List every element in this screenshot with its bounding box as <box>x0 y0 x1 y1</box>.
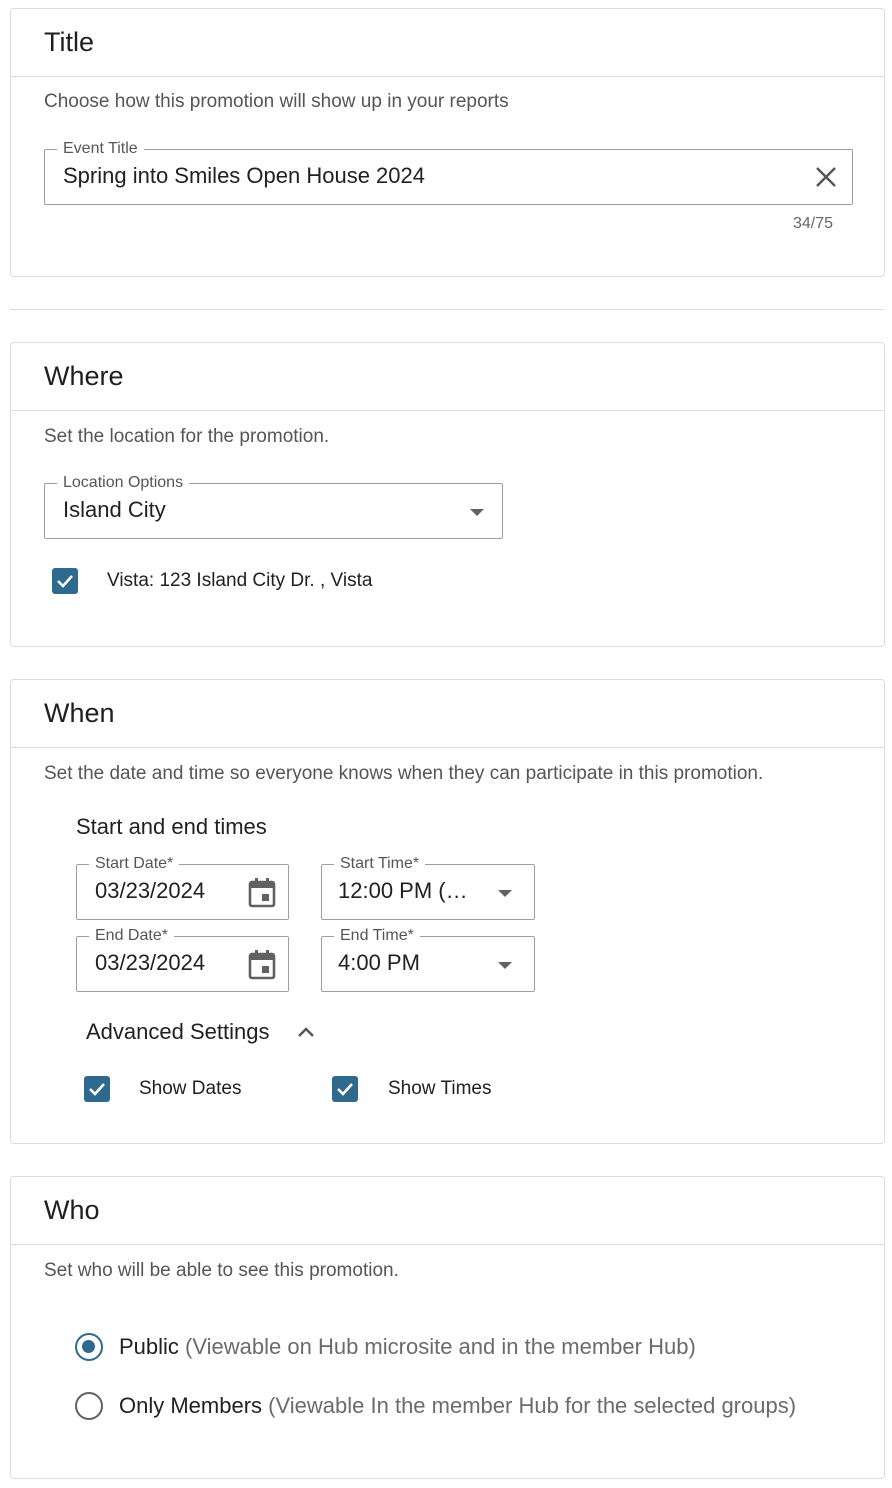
advanced-settings-label: Advanced Settings <box>86 1019 270 1044</box>
start-date-label: Start Date* <box>89 854 180 874</box>
public-option-label[interactable]: Public (Viewable on Hub microsite and in… <box>119 1334 696 1360</box>
end-date-input[interactable]: 03/23/2024 <box>95 950 205 976</box>
only-members-option-label[interactable]: Only Members (Viewable In the member Hub… <box>119 1393 796 1419</box>
title-description: Choose how this promotion will show up i… <box>44 91 509 112</box>
section-divider <box>10 309 885 310</box>
only-members-radio[interactable] <box>75 1392 103 1420</box>
when-description: Set the date and time so everyone knows … <box>44 763 764 784</box>
when-card: When Set the date and time so everyone k… <box>10 679 885 1144</box>
calendar-icon[interactable] <box>248 878 276 913</box>
where-card-header: Where <box>11 343 884 411</box>
show-times-label: Show Times <box>388 1078 492 1099</box>
location-checkbox[interactable] <box>52 568 78 594</box>
when-card-header: When <box>11 680 884 748</box>
public-radio[interactable] <box>75 1333 103 1361</box>
end-date-field[interactable]: End Date* 03/23/2024 <box>76 926 289 992</box>
where-heading: Where <box>44 361 124 391</box>
when-heading: When <box>44 698 115 728</box>
end-date-label: End Date* <box>89 926 174 946</box>
end-time-select[interactable]: End Time* 4:00 PM <box>321 926 535 992</box>
start-time-value: 12:00 PM (… <box>338 878 468 903</box>
calendar-icon[interactable] <box>248 950 276 985</box>
who-card: Who Set who will be able to see this pro… <box>10 1176 885 1479</box>
title-heading: Title <box>44 27 95 57</box>
where-description: Set the location for the promotion. <box>44 426 330 447</box>
show-times-checkbox[interactable] <box>332 1076 358 1102</box>
who-description: Set who will be able to see this promoti… <box>44 1260 399 1281</box>
show-dates-checkbox[interactable] <box>84 1076 110 1102</box>
location-options-label: Location Options <box>57 473 190 493</box>
who-heading: Who <box>44 1195 100 1225</box>
event-title-input[interactable]: Spring into Smiles Open House 2024 <box>63 163 425 189</box>
start-date-field[interactable]: Start Date* 03/23/2024 <box>76 854 289 920</box>
chevron-up-icon <box>297 1025 315 1043</box>
who-card-header: Who <box>11 1177 884 1245</box>
dropdown-arrow-icon <box>470 509 484 516</box>
start-time-label: Start Time* <box>334 854 426 874</box>
where-card: Where Set the location for the promotion… <box>10 342 885 647</box>
start-end-times-subheading: Start and end times <box>76 814 267 839</box>
show-dates-label: Show Dates <box>139 1078 242 1099</box>
start-date-input[interactable]: 03/23/2024 <box>95 878 205 904</box>
dropdown-arrow-icon <box>498 962 512 969</box>
dropdown-arrow-icon <box>498 890 512 897</box>
end-time-value: 4:00 PM <box>338 950 420 975</box>
title-card: Title Choose how this promotion will sho… <box>10 8 885 277</box>
start-time-select[interactable]: Start Time* 12:00 PM (… <box>321 854 535 920</box>
location-checkbox-label: Vista: 123 Island City Dr. , Vista <box>107 570 373 591</box>
location-options-select[interactable]: Location Options Island City <box>44 473 503 539</box>
end-time-label: End Time* <box>334 926 420 946</box>
character-counter: 34/75 <box>793 215 834 232</box>
event-title-field[interactable]: Event Title Spring into Smiles Open Hous… <box>44 139 853 205</box>
clear-icon[interactable] <box>814 165 838 189</box>
location-selected-value: Island City <box>63 497 166 522</box>
title-card-header: Title <box>11 9 884 77</box>
advanced-settings-toggle[interactable]: Advanced Settings <box>86 1019 326 1049</box>
event-title-label: Event Title <box>57 139 144 159</box>
